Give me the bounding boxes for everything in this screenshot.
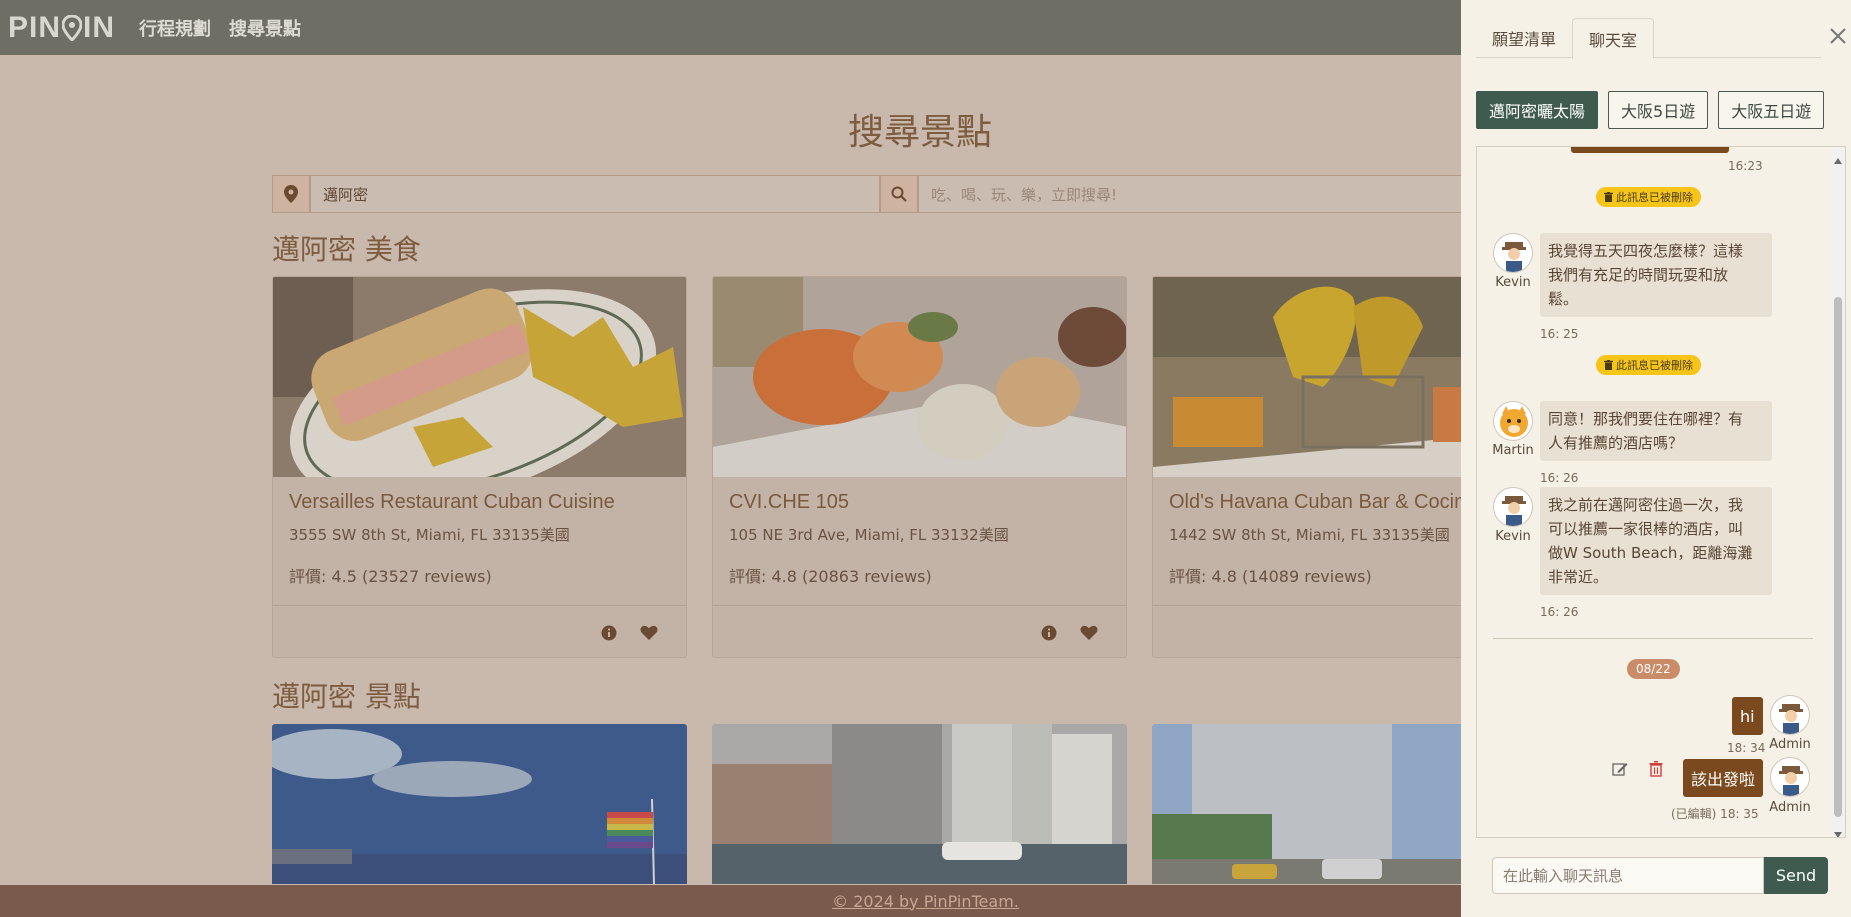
deleted-message-label: 此訊息已被刪除 (1616, 191, 1693, 204)
avatar-name: Kevin (1495, 275, 1531, 290)
avatar (1493, 487, 1533, 527)
scroll-up-icon[interactable] (1833, 151, 1843, 164)
chat-bubble-line: 做W South Beach，距離海灘 (1548, 544, 1753, 562)
message-time: 16: 26 (1540, 471, 1579, 485)
chat-input-row: 在此輸入聊天訊息 Send (1492, 857, 1828, 894)
offcanvas-panel: 願望清單 聊天室 邁阿密曬太陽 大阪5日遊 大阪五日遊 16:23 此訊息已被刪… (1461, 0, 1851, 917)
message-time: 16:23 (1728, 159, 1763, 173)
date-divider-line (1493, 638, 1813, 639)
chat-room-list: 邁阿密曬太陽 大阪5日遊 大阪五日遊 (1476, 91, 1825, 129)
avatar-name: Martin (1492, 443, 1534, 458)
chat-bubble: 我覺得五天四夜怎麼樣？這樣 我們有充足的時間玩耍和放 鬆。 (1540, 233, 1772, 317)
send-button[interactable]: Send (1764, 857, 1828, 894)
delete-icon[interactable] (1649, 761, 1665, 777)
panel-tabs: 願望清單 聊天室 (1476, 18, 1821, 59)
edit-icon[interactable] (1612, 761, 1628, 777)
close-icon[interactable] (1826, 24, 1850, 48)
avatar-name: Admin (1769, 800, 1811, 815)
chat-bubble-line: 同意！那我們要住在哪裡？有 (1548, 410, 1744, 428)
deleted-message-label: 此訊息已被刪除 (1616, 359, 1693, 372)
chat-bubble-line: 我覺得五天四夜怎麼樣？這樣 (1548, 242, 1744, 260)
modal-backdrop[interactable] (0, 0, 1461, 917)
chat-scrollbar[interactable] (1831, 147, 1845, 837)
deleted-message-badge: 此訊息已被刪除 (1596, 355, 1701, 375)
chat-bubble: 同意！那我們要住在哪裡？有 人有推薦的酒店嗎？ (1540, 401, 1772, 461)
chat-room-button[interactable]: 大阪五日遊 (1718, 91, 1825, 129)
avatar (1770, 757, 1810, 797)
scroll-thumb[interactable] (1834, 297, 1842, 817)
tab-wishlist[interactable]: 願望清單 (1476, 18, 1572, 58)
chat-room-button[interactable]: 邁阿密曬太陽 (1476, 91, 1599, 129)
chat-bubble-line: 鬆。 (1548, 290, 1579, 308)
message-time: 18: 34 (1727, 741, 1766, 755)
message-time: 16: 26 (1540, 605, 1579, 619)
avatar (1770, 695, 1810, 735)
trash-icon (1604, 192, 1613, 202)
tab-chatroom[interactable]: 聊天室 (1572, 18, 1655, 59)
chat-bubble-line: 非常近。 (1548, 568, 1609, 586)
chat-bubble: 我之前在邁阿密住過一次，我 可以推薦一家很棒的酒店，叫 做W South Bea… (1540, 487, 1772, 595)
chat-bubble-line: 我之前在邁阿密住過一次，我 (1548, 496, 1744, 514)
message-time: 16: 25 (1540, 327, 1579, 341)
date-badge: 08/22 (1627, 659, 1680, 679)
avatar (1493, 401, 1533, 441)
chat-bubble-line: 我們有充足的時間玩耍和放 (1548, 266, 1729, 284)
chat-bubble-line: 可以推薦一家很棒的酒店，叫 (1548, 520, 1744, 538)
message-time: (已編輯) 18: 35 (1671, 807, 1759, 821)
scroll-down-icon[interactable] (1833, 825, 1843, 837)
avatar-name: Admin (1769, 737, 1811, 752)
own-chat-bubble: 該出發啦 (1683, 759, 1764, 797)
chat-message-list[interactable]: 16:23 此訊息已被刪除 Kevin 我覺得五天四夜怎麼樣？這樣 我們有充足的… (1476, 146, 1846, 838)
avatar (1493, 233, 1533, 273)
chat-bubble-line: 人有推薦的酒店嗎？ (1548, 434, 1684, 452)
deleted-message-badge: 此訊息已被刪除 (1596, 187, 1701, 207)
chat-bubble-partial (1571, 147, 1729, 153)
trash-icon (1604, 360, 1613, 370)
own-chat-bubble: hi (1732, 697, 1763, 735)
avatar-name: Kevin (1495, 529, 1531, 544)
chat-room-button[interactable]: 大阪5日遊 (1608, 91, 1709, 129)
chat-message-input[interactable]: 在此輸入聊天訊息 (1492, 857, 1764, 894)
